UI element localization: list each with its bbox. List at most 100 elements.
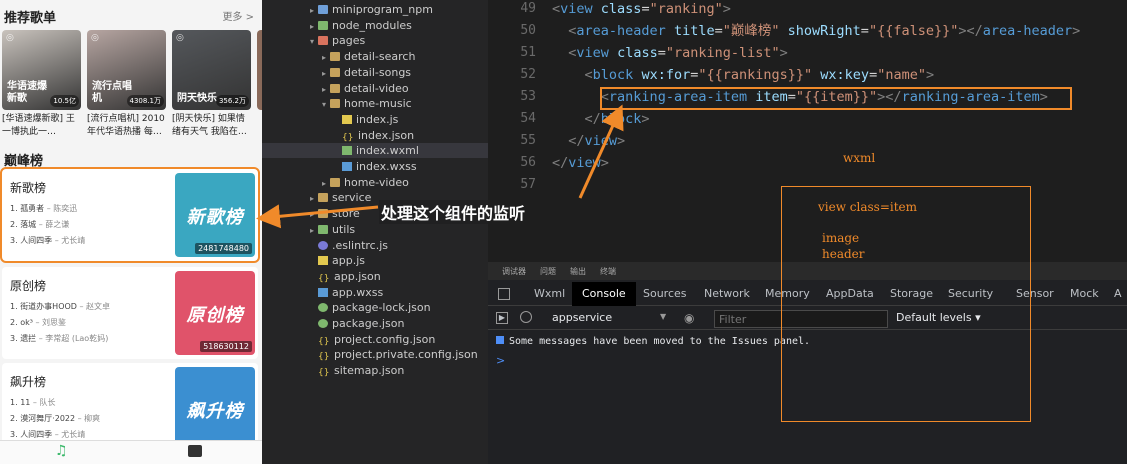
explorer-folder[interactable]: ▸ utils bbox=[262, 222, 488, 237]
folder-icon bbox=[330, 67, 340, 77]
ranking-song: 1. 11 – 队长 bbox=[10, 397, 55, 408]
js-file-icon bbox=[342, 114, 352, 124]
folder-icon bbox=[318, 193, 328, 203]
ranking-song: 2. 漠河舞厅·2022 – 柳爽 bbox=[10, 413, 100, 424]
terminal-tab[interactable]: 终端 bbox=[600, 266, 616, 277]
inspect-icon[interactable] bbox=[498, 288, 510, 300]
playlist-desc[interactable]: [流行点唱机] 2010年代华语热播 每… bbox=[87, 113, 167, 139]
sidebar-toggle-icon[interactable]: ▶ bbox=[496, 312, 508, 324]
playlist-cover[interactable]: ◎ 流行点唱机 4308.1万 bbox=[87, 30, 166, 110]
explorer-folder[interactable]: ▸ node_modules bbox=[262, 18, 488, 33]
ranking-card[interactable]: 原创榜 1. 街道办事HOOD – 赵文卓 2. ok³ – 刘思鉴 3. 遗拦 – … bbox=[2, 267, 258, 359]
explorer-folder[interactable]: ▸ detail-search bbox=[262, 49, 488, 64]
playlist-desc[interactable]: [阴天快乐] 如果情绪有天气 我陷在… bbox=[172, 113, 252, 139]
playlist-cover-text: 流行点唱机 bbox=[92, 81, 132, 104]
tab-more[interactable]: A bbox=[1114, 282, 1122, 306]
annotation-image: image bbox=[822, 231, 860, 245]
ranking-cover: 原创榜 518630112 bbox=[175, 271, 255, 355]
chevron-down-icon[interactable]: ▼ bbox=[660, 312, 666, 321]
explorer-folder[interactable]: ▸ miniprogram_npm bbox=[262, 2, 488, 17]
code-token: block bbox=[592, 67, 634, 83]
line-number: 52 bbox=[520, 67, 536, 82]
console-message: Some messages have been moved to the Iss… bbox=[496, 336, 810, 347]
explorer-folder[interactable]: ▸ detail-video bbox=[262, 81, 488, 96]
explorer-file[interactable]: {} index.json bbox=[262, 128, 488, 143]
ranking-title: 巅峰榜 bbox=[4, 154, 44, 169]
code-token: < bbox=[584, 67, 593, 83]
explorer-file[interactable]: app.js bbox=[262, 253, 488, 268]
code-token: > bbox=[1072, 23, 1081, 39]
eye-icon[interactable]: ◉ bbox=[684, 311, 694, 325]
tab-network[interactable]: Network bbox=[704, 282, 750, 306]
ranking-name: 原创榜 bbox=[10, 279, 47, 293]
code-token: </ bbox=[552, 155, 569, 171]
explorer-folder[interactable]: ▾ home-music bbox=[262, 96, 488, 111]
song-title: 街道办事HOOD bbox=[20, 302, 77, 311]
explorer-file[interactable]: {} project.private.config.json bbox=[262, 347, 488, 362]
console-prompt[interactable]: > bbox=[496, 354, 505, 367]
explorer-file[interactable]: package-lock.json bbox=[262, 300, 488, 315]
explorer-file[interactable]: {} project.config.json bbox=[262, 332, 488, 347]
explorer-file[interactable]: package.json bbox=[262, 316, 488, 331]
ranking-cover: 飙升榜 bbox=[175, 367, 255, 451]
explorer-file[interactable]: {} app.json bbox=[262, 269, 488, 284]
debugger-tab[interactable]: 调试器 bbox=[502, 266, 526, 277]
folder-icon bbox=[318, 224, 328, 234]
song-index: 3. bbox=[10, 236, 18, 245]
problems-tab[interactable]: 问题 bbox=[540, 266, 556, 277]
song-singer: – 李常超 (Lao乾妈) bbox=[38, 334, 109, 343]
explorer-file[interactable]: index.wxss bbox=[262, 159, 488, 174]
playlist-cover[interactable]: ◎ 阴天快乐 356.2万 bbox=[172, 30, 251, 110]
chevron-right-icon: ▸ bbox=[310, 225, 315, 235]
context-select[interactable]: appservice bbox=[552, 311, 612, 324]
chevron-right-icon: ▸ bbox=[310, 210, 315, 220]
explorer-file[interactable]: {} sitemap.json bbox=[262, 363, 488, 378]
tab-sources[interactable]: Sources bbox=[643, 282, 687, 306]
video-icon[interactable] bbox=[188, 445, 202, 457]
code-content: <area-header title="巅峰榜" showRight="{{fa… bbox=[552, 20, 1080, 42]
code-token: = bbox=[860, 23, 869, 39]
song-index: 2. bbox=[10, 414, 18, 423]
tab-console[interactable]: Console bbox=[572, 282, 636, 306]
explorer-item-label: app.wxss bbox=[332, 285, 384, 299]
ranking-cover-text: 原创榜 bbox=[186, 305, 244, 326]
music-note-icon[interactable]: ♫ bbox=[55, 443, 68, 459]
playlist-desc[interactable]: [华语速爆新歌] 王一博执此一… bbox=[2, 113, 82, 139]
song-title: 落城 bbox=[20, 220, 37, 229]
tab-wxml[interactable]: Wxml bbox=[534, 282, 565, 306]
explorer-item-label: node_modules bbox=[332, 18, 412, 32]
line-number: 51 bbox=[520, 45, 536, 60]
song-title: 遗拦 bbox=[20, 334, 37, 343]
clear-console-icon[interactable] bbox=[520, 311, 532, 323]
explorer-item-label: project.config.json bbox=[334, 332, 436, 346]
playlist-cover[interactable]: ◎ 华语速爆新歌 10.5亿 bbox=[2, 30, 81, 110]
song-title: 人间四季 bbox=[20, 430, 53, 439]
song-index: 1. bbox=[10, 302, 18, 311]
code-token: > bbox=[641, 111, 650, 127]
code-token: > bbox=[617, 133, 626, 149]
line-number: 56 bbox=[520, 155, 536, 170]
explorer-folder[interactable]: ▸ detail-songs bbox=[262, 65, 488, 80]
annotation-header: header bbox=[822, 247, 865, 261]
code-token: "name" bbox=[877, 67, 926, 83]
explorer-file[interactable]: index.js bbox=[262, 112, 488, 127]
more-link[interactable]: 更多 > bbox=[222, 8, 254, 23]
explorer-item-label: .eslintrc.js bbox=[332, 238, 389, 252]
code-token: showRight bbox=[787, 23, 861, 39]
tab-mock[interactable]: Mock bbox=[1070, 282, 1099, 306]
ranking-card[interactable]: 新歌榜 1. 孤勇者 – 陈奕迅 2. 落城 – 薛之谦 3. 人间四季 – 尤长靖新… bbox=[0, 167, 260, 263]
output-tab[interactable]: 输出 bbox=[570, 266, 586, 277]
explorer-folder[interactable]: ▸ home-video bbox=[262, 175, 488, 190]
explorer-item-label: index.json bbox=[358, 128, 415, 142]
explorer-file[interactable]: app.wxss bbox=[262, 285, 488, 300]
code-token: > bbox=[722, 1, 731, 17]
explorer-file[interactable]: index.wxml bbox=[262, 143, 488, 159]
folder-icon bbox=[318, 5, 328, 14]
explorer-file[interactable]: .eslintrc.js bbox=[262, 238, 488, 253]
explorer-folder[interactable]: ▾ pages bbox=[262, 33, 488, 48]
folder-icon bbox=[330, 52, 340, 62]
explorer-item-label: detail-video bbox=[344, 81, 409, 95]
wxss-file-icon bbox=[318, 287, 328, 297]
